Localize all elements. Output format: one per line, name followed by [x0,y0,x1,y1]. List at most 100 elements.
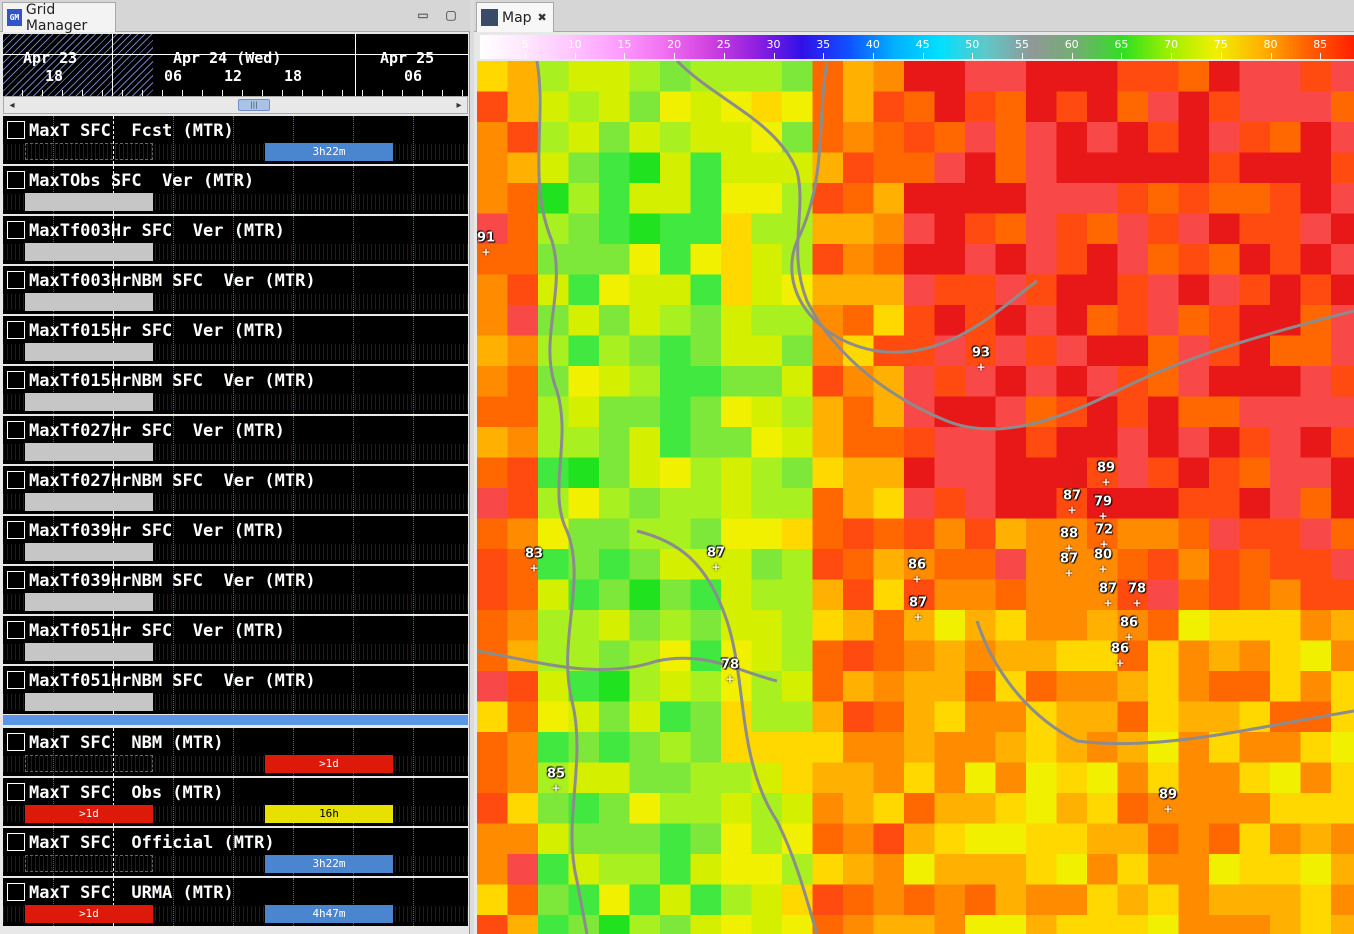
grid-element-row[interactable]: MaxT SFC Official (MTR) 3h22m [3,828,468,876]
station-value[interactable]: 93 [972,346,990,361]
row-checkbox[interactable] [7,121,25,139]
station-value[interactable]: 87 [1060,552,1078,567]
time-gridline [413,616,414,664]
time-gridline [293,516,294,564]
row-checkbox[interactable] [7,171,25,189]
grid-element-row[interactable]: MaxTf015HrNBM SFC Ver (MTR) [3,366,468,414]
grid-element-row[interactable]: MaxTf051HrNBM SFC Ver (MTR) [3,666,468,714]
grid-time-block[interactable] [25,493,153,511]
station-value[interactable]: 87 [909,596,927,611]
station-value[interactable]: 78 [721,658,739,673]
grid-cell [1178,884,1210,916]
row-checkbox[interactable] [7,471,25,489]
grid-element-row[interactable]: MaxTf039Hr SFC Ver (MTR) [3,516,468,564]
station-value[interactable]: 78 [1128,582,1146,597]
row-checkbox[interactable] [7,621,25,639]
grid-cell [1026,183,1057,214]
grid-time-block[interactable] [25,243,153,261]
grid-cell [690,701,722,733]
station-value[interactable]: 86 [908,558,926,573]
station-value[interactable]: 89 [1159,788,1177,803]
station-value[interactable]: 83 [525,547,543,562]
grid-cell [1331,427,1354,458]
grid-time-block[interactable]: 16h [265,805,393,823]
grid-time-block[interactable] [25,543,153,561]
row-checkbox[interactable] [7,321,25,339]
minimize-icon[interactable]: ▭ [414,6,432,24]
row-checkbox[interactable] [7,733,25,751]
station-value[interactable]: 87 [1063,489,1081,504]
color-scale-tick [1220,53,1222,59]
maximize-icon[interactable]: ▢ [442,6,460,24]
row-checkbox[interactable] [7,571,25,589]
grid-cell [1148,305,1179,336]
grid-element-row[interactable]: MaxTf027Hr SFC Ver (MTR) [3,416,468,464]
grid-time-block[interactable]: >1d [265,755,393,773]
grid-time-block[interactable]: >1d [25,805,153,823]
station-value[interactable]: 80 [1094,548,1112,563]
grid-cell [1270,701,1301,733]
grid-time-block[interactable] [25,643,153,661]
scroll-thumb[interactable]: ||| [238,99,270,111]
scroll-left-icon[interactable]: ◂ [5,98,19,112]
row-checkbox[interactable] [7,371,25,389]
temperature-map[interactable]: 91 +93 +89 +87 +79 +88 +72 +87 +80 +83 +87 +86 +87 +7… [477,61,1354,934]
station-value[interactable]: 87 [707,546,725,561]
time-scale[interactable]: Apr 23 Apr 24 (Wed) Apr 25 18 06 12 18 0… [3,34,468,96]
grid-cell [721,793,752,824]
grid-element-row[interactable]: MaxT SFC Obs (MTR) >1d 16h [3,778,468,826]
grid-time-block[interactable]: 3h22m [265,855,393,873]
grid-element-row[interactable]: MaxT SFC Fcst (MTR) 3h22m [3,116,468,164]
grid-cell [934,61,966,92]
grid-time-block[interactable]: 3h22m [265,143,393,161]
station-marker-icon: + [976,360,986,374]
row-checkbox[interactable] [7,421,25,439]
station-value[interactable]: 79 [1094,495,1112,510]
grid-time-block[interactable] [25,343,153,361]
grid-time-block[interactable]: 4h47m [265,905,393,923]
grid-element-row[interactable]: MaxTObs SFC Ver (MTR) [3,166,468,214]
grid-cell [1148,488,1179,519]
grid-element-row[interactable]: MaxTf027HrNBM SFC Ver (MTR) [3,466,468,514]
time-scrollbar[interactable]: ◂ ||| ▸ [3,96,468,114]
grid-element-row[interactable]: MaxTf015Hr SFC Ver (MTR) [3,316,468,364]
grid-time-block[interactable] [25,693,153,711]
grid-cell [568,488,600,519]
station-value[interactable]: 87 [1099,582,1117,597]
grid-element-row[interactable]: MaxTf003HrNBM SFC Ver (MTR) [3,266,468,314]
row-checkbox[interactable] [7,833,25,851]
grid-cell [751,183,783,214]
grid-element-row[interactable]: MaxT SFC NBM (MTR) >1d [3,728,468,776]
grid-element-label: MaxTf027Hr SFC Ver (MTR) [29,421,285,441]
station-value[interactable]: 86 [1120,616,1138,631]
grid-cell [812,823,844,855]
grid-time-block[interactable] [25,593,153,611]
station-value[interactable]: 85 [547,767,565,782]
grid-time-block[interactable]: >1d [25,905,153,923]
grid-time-block[interactable] [25,193,153,211]
station-value[interactable]: 91 [477,231,495,246]
grid-cell [1209,549,1240,580]
tab-map[interactable]: Map ✖ [476,2,554,32]
row-checkbox[interactable] [7,883,25,901]
grid-time-block[interactable] [25,293,153,311]
grid-time-block[interactable] [25,393,153,411]
grid-element-row[interactable]: MaxTf003Hr SFC Ver (MTR) [3,216,468,264]
row-checkbox[interactable] [7,521,25,539]
row-checkbox[interactable] [7,221,25,239]
grid-element-row[interactable]: MaxTf051Hr SFC Ver (MTR) [3,616,468,664]
grid-element-row[interactable]: MaxTf039HrNBM SFC Ver (MTR) [3,566,468,614]
row-checkbox[interactable] [7,271,25,289]
tab-grid-manager[interactable]: GM Grid Manager [2,2,116,34]
row-checkbox[interactable] [7,783,25,801]
station-value[interactable]: 72 [1095,523,1113,538]
station-value[interactable]: 86 [1111,642,1129,657]
station-value[interactable]: 89 [1097,461,1115,476]
station-value[interactable]: 88 [1060,527,1078,542]
close-icon[interactable]: ✖ [538,11,547,24]
scroll-right-icon[interactable]: ▸ [452,98,466,112]
grid-cell [1331,396,1354,428]
grid-time-block[interactable] [25,443,153,461]
row-checkbox[interactable] [7,671,25,689]
grid-element-row[interactable]: MaxT SFC URMA (MTR) >1d 4h47m [3,878,468,926]
